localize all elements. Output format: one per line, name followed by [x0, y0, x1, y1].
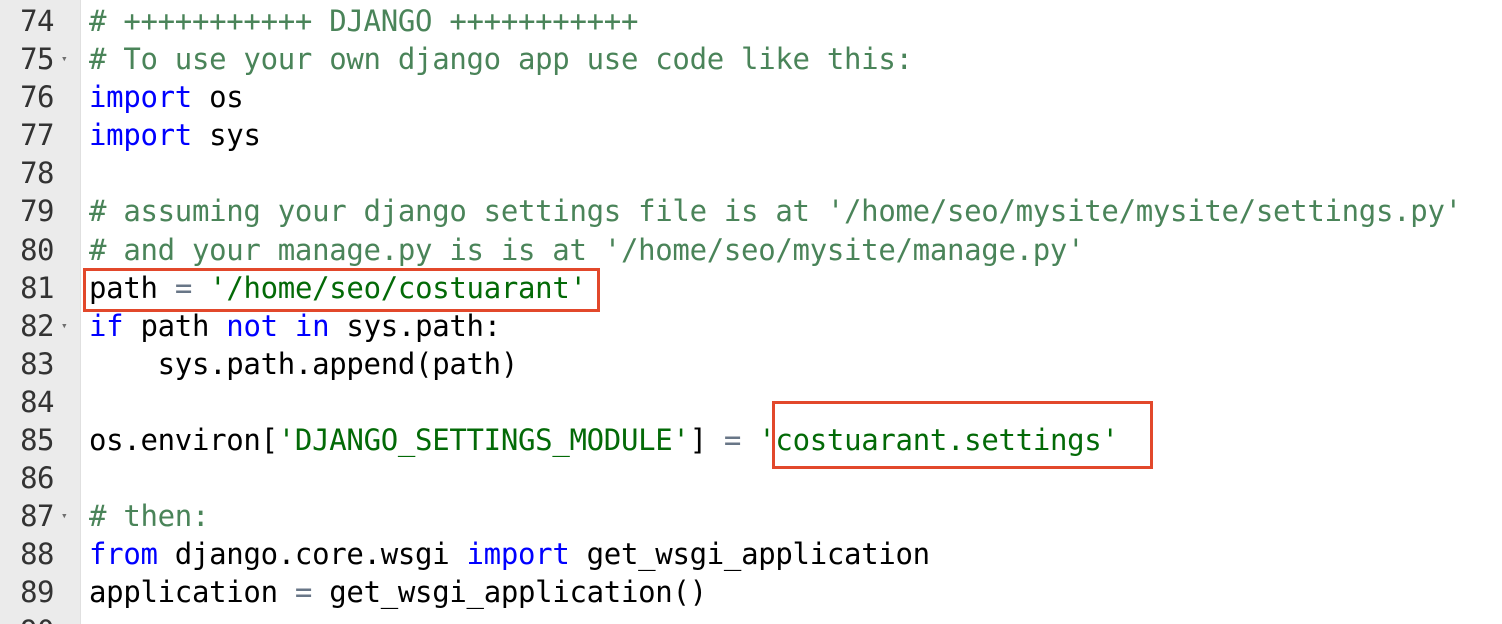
fold-arrow-icon[interactable]: ▾ — [61, 40, 68, 78]
token-comment: # assuming your django settings file is … — [89, 194, 1462, 229]
code-line[interactable]: 83 sys.path.append(path) — [0, 345, 1502, 383]
token-plain: django.core.wsgi — [157, 537, 467, 572]
code-line[interactable]: 84 — [0, 383, 1502, 421]
code-line[interactable]: 88 from django.core.wsgi import get_wsgi_… — [0, 535, 1502, 573]
line-number: 89 — [20, 575, 54, 610]
line-number: 76 — [20, 80, 54, 115]
code-line[interactable]: 74 # +++++++++++ DJANGO +++++++++++ — [0, 2, 1502, 40]
token-plain: get_wsgi_application() — [312, 575, 707, 610]
line-number: 79 — [20, 194, 54, 229]
line-number: 80 — [20, 232, 54, 267]
code-text[interactable]: # and your manage.py is is at '/home/seo… — [89, 231, 1085, 269]
token-plain: get_wsgi_application — [569, 537, 931, 572]
token-kw: import — [466, 537, 570, 572]
token-comment: # and your manage.py is is at '/home/seo… — [89, 232, 1085, 267]
token-plain: os.environ[ — [89, 423, 278, 458]
token-op: = — [723, 423, 742, 458]
line-number: 87 — [20, 499, 54, 534]
line-number: 88 — [20, 537, 54, 572]
line-number: 81 — [20, 270, 54, 305]
code-editor[interactable]: 74 # +++++++++++ DJANGO +++++++++++ 75 ▾ # T… — [0, 0, 1502, 624]
line-number: 86 — [20, 461, 54, 496]
token-kw: import — [89, 118, 192, 153]
code-line[interactable]: 85 os.environ['DJANGO_SETTINGS_MODULE'] =… — [0, 421, 1502, 459]
token-str: 'costuarant.settings' — [758, 423, 1119, 458]
code-text[interactable]: sys.path.append(path) — [89, 345, 519, 383]
token-op: = — [294, 575, 313, 610]
fold-arrow-icon[interactable]: ▾ — [61, 307, 68, 345]
token-kw: import — [89, 80, 192, 115]
token-str: 'DJANGO_SETTINGS_MODULE' — [277, 423, 690, 458]
code-line[interactable]: 80 # and your manage.py is is at '/home/s… — [0, 231, 1502, 269]
token-plain: sys.path.append(path) — [89, 346, 519, 381]
fold-arrow-icon[interactable]: ▾ — [61, 497, 68, 535]
code-text[interactable]: from django.core.wsgi import get_wsgi_ap… — [89, 535, 930, 573]
code-line[interactable]: 82 ▾ if path not in sys.path: — [0, 307, 1502, 345]
line-number: 74 — [20, 4, 54, 38]
code-text[interactable]: os.environ['DJANGO_SETTINGS_MODULE'] = '… — [89, 421, 1119, 459]
code-line[interactable]: 86 — [0, 459, 1502, 497]
code-line[interactable]: 81 path = '/home/seo/costuarant' — [0, 269, 1502, 307]
code-text[interactable]: # +++++++++++ DJANGO +++++++++++ — [89, 2, 638, 40]
token-plain: sys — [191, 118, 261, 153]
code-line[interactable]: 89 application = get_wsgi_application() — [0, 573, 1502, 611]
code-text[interactable]: application = get_wsgi_application() — [89, 573, 707, 611]
code-text[interactable]: if path not in sys.path: — [89, 307, 501, 345]
line-number: 78 — [20, 156, 54, 191]
token-plain: application — [89, 575, 295, 610]
code-line[interactable]: 76 import os — [0, 78, 1502, 116]
line-number: 84 — [20, 384, 54, 419]
code-line[interactable]: 78 — [0, 154, 1502, 192]
token-plain: sys.path: — [329, 308, 501, 343]
code-line[interactable]: 79 # assuming your django settings file i… — [0, 192, 1502, 230]
token-kw: from — [89, 537, 158, 572]
code-text[interactable]: # To use your own django app use code li… — [89, 40, 913, 78]
line-number: 90 — [0, 612, 54, 624]
code-text[interactable]: path = '/home/seo/costuarant' — [89, 269, 587, 307]
line-number: 85 — [20, 423, 54, 458]
token-comment: # +++++++++++ DJANGO +++++++++++ — [89, 4, 639, 38]
line-number: 82 — [20, 308, 54, 343]
code-line[interactable]: 75 ▾ # To use your own django app use code… — [0, 40, 1502, 78]
code-lines[interactable]: 74 # +++++++++++ DJANGO +++++++++++ 75 ▾ # T… — [0, 2, 1502, 624]
token-kw: not in — [226, 308, 330, 343]
code-line[interactable]: 87 ▾ # then: — [0, 497, 1502, 535]
token-plain: path — [123, 308, 227, 343]
code-text[interactable]: import sys — [89, 116, 261, 154]
token-kw: if — [89, 308, 124, 343]
line-number: 83 — [20, 346, 54, 381]
token-str: '/home/seo/costuarant' — [209, 270, 587, 305]
token-plain: ] — [689, 423, 724, 458]
code-text[interactable]: # assuming your django settings file is … — [89, 192, 1462, 230]
code-text[interactable]: import os — [89, 78, 244, 116]
token-plain: os — [191, 80, 244, 115]
token-comment: # To use your own django app use code li… — [89, 42, 913, 77]
code-line[interactable]: 90 — [0, 612, 1502, 624]
token-plain: path — [89, 270, 175, 305]
code-line[interactable]: 77 import sys — [0, 116, 1502, 154]
token-comment: # then: — [89, 499, 210, 534]
code-text[interactable]: # then: — [89, 497, 209, 535]
line-number: 77 — [20, 118, 54, 153]
token-op: = — [174, 270, 192, 305]
line-number: 75 — [20, 42, 54, 77]
